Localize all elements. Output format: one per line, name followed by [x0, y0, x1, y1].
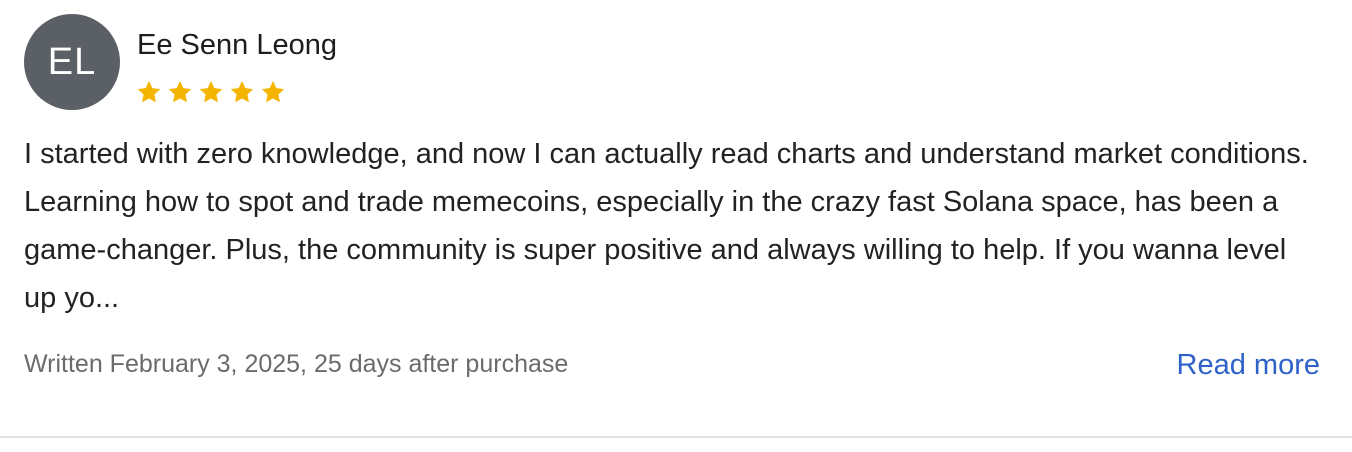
star-icon — [137, 80, 161, 103]
star-icon — [230, 80, 254, 103]
read-more-link[interactable]: Read more — [1177, 349, 1320, 382]
star-rating — [136, 79, 286, 105]
reviewer-name: Ee Senn Leong — [137, 29, 337, 61]
avatar: EL — [24, 14, 120, 110]
avatar-initials: EL — [47, 40, 97, 83]
review-date: Written February 3, 2025, 25 days after … — [24, 350, 569, 378]
star-icon — [168, 80, 192, 103]
star-icon — [199, 80, 223, 103]
review-text: I started with zero knowledge, and now I… — [24, 138, 1309, 314]
review-card: EL Ee Senn Leong I started with zero kno… — [0, 0, 1352, 438]
star-icon — [261, 80, 285, 103]
